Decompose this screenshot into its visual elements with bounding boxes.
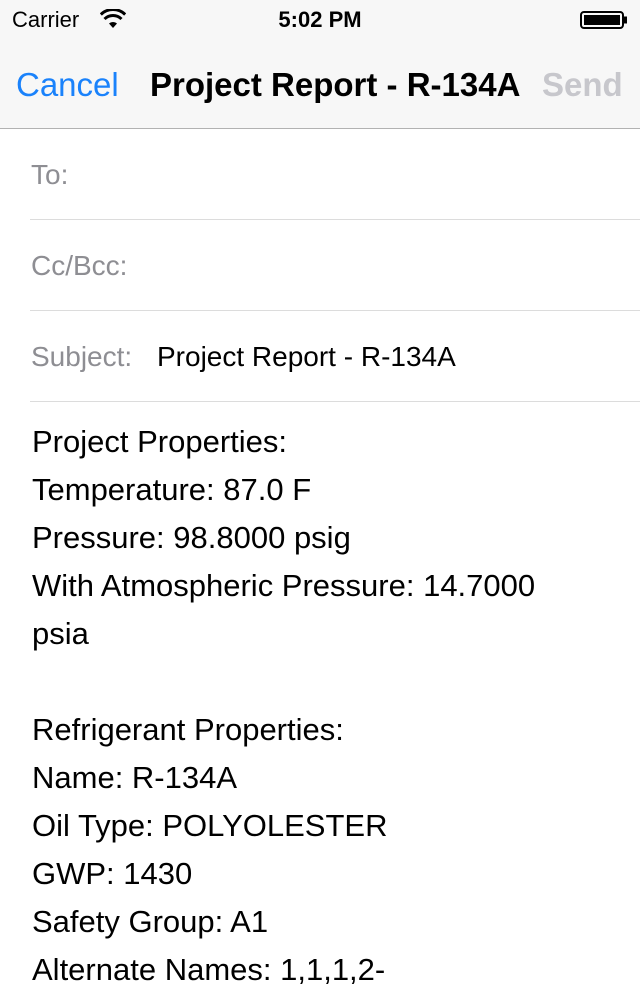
- cancel-button[interactable]: Cancel: [16, 66, 119, 104]
- gwp-line: GWP: 1430: [32, 856, 193, 891]
- send-button[interactable]: Send: [542, 66, 623, 104]
- refrigerant-name-line: Name: R-134A: [32, 760, 238, 795]
- status-time: 5:02 PM: [278, 7, 362, 32]
- battery-icon: [580, 11, 627, 29]
- project-properties-heading: Project Properties:: [32, 424, 287, 459]
- navigation-bar: Cancel Project Report - R-134A Send: [0, 40, 640, 129]
- cc-bcc-label: Cc/Bcc:: [31, 250, 128, 281]
- subject-input[interactable]: Project Report - R-134A: [157, 341, 456, 373]
- temperature-line: Temperature: 87.0 F: [32, 472, 312, 507]
- oil-type-line: Oil Type: POLYOLESTER: [32, 808, 388, 843]
- compose-title: Project Report - R-134A: [150, 66, 521, 103]
- status-bar: Carrier 5:02 PM: [0, 0, 640, 40]
- subject-label: Subject:: [31, 341, 133, 372]
- refrigerant-properties-heading: Refrigerant Properties:: [32, 712, 344, 747]
- atmospheric-pressure-unit: psia: [32, 616, 89, 651]
- message-body[interactable]: Project Properties: Temperature: 87.0 F …: [32, 418, 622, 994]
- safety-group-line: Safety Group: A1: [32, 904, 269, 939]
- atmospheric-pressure-line: With Atmospheric Pressure: 14.7000: [32, 568, 536, 603]
- to-label: To:: [31, 159, 69, 190]
- alternate-names-line: Alternate Names: 1,1,1,2-: [32, 952, 386, 987]
- subject-field[interactable]: Subject: Project Report - R-134A: [30, 311, 640, 402]
- pressure-line: Pressure: 98.8000 psig: [32, 520, 351, 555]
- to-field[interactable]: To:: [30, 129, 640, 220]
- cc-bcc-field[interactable]: Cc/Bcc:: [30, 220, 640, 311]
